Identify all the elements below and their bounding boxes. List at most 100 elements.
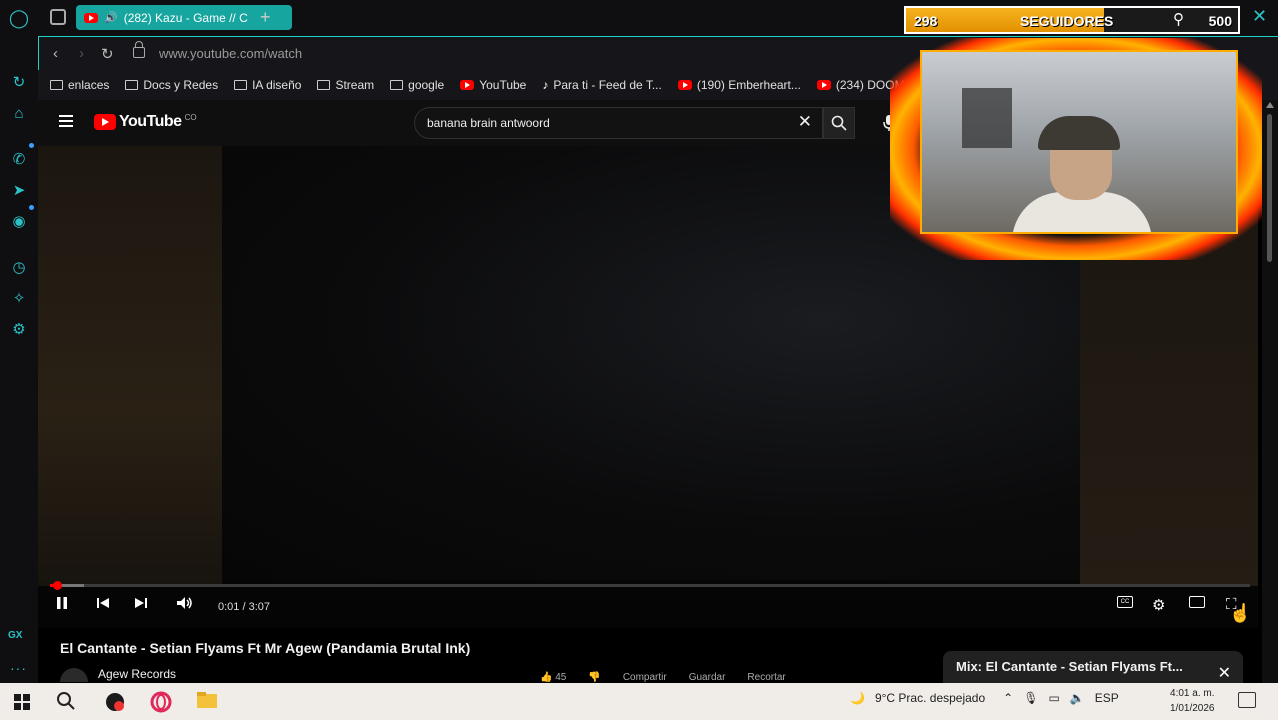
folder-icon xyxy=(317,80,331,90)
video-ambient-left xyxy=(38,146,222,586)
mouse-cursor-icon: ☝ xyxy=(1229,603,1252,623)
player-controls: 0:01 / 3:07 CC ⚙ ⛶ xyxy=(38,592,1258,622)
settings-icon[interactable]: ⚙ xyxy=(9,319,29,339)
opera-logo-icon[interactable]: ◯ xyxy=(9,8,29,28)
bookmark-label: Para ti - Feed de T... xyxy=(553,78,662,92)
more-icon[interactable]: ··· xyxy=(10,660,27,676)
folder-icon xyxy=(125,80,139,90)
gear-icon: ⚙ xyxy=(1152,597,1166,614)
previous-icon xyxy=(97,598,109,608)
time-display: 0:01 / 3:07 xyxy=(218,601,270,613)
scroll-thumb[interactable] xyxy=(1267,114,1272,262)
pause-button[interactable] xyxy=(56,596,68,610)
clock[interactable]: 4:01 a. m. 1/01/2026 xyxy=(1170,686,1215,716)
next-icon xyxy=(135,598,147,608)
bookmark-item[interactable]: Docs y Redes xyxy=(125,78,218,92)
share-button[interactable]: Compartir xyxy=(623,672,667,683)
youtube-icon xyxy=(94,114,116,130)
next-button[interactable] xyxy=(134,596,148,610)
opera-gx-icon[interactable] xyxy=(150,691,172,713)
folder-icon xyxy=(390,80,404,90)
search-input[interactable]: banana brain antwoord ✕ xyxy=(414,107,823,139)
search-icon[interactable] xyxy=(56,691,76,711)
whatsapp-icon[interactable]: ✆ xyxy=(9,149,29,169)
history-icon[interactable]: ◷ xyxy=(9,257,29,277)
clear-search-button[interactable]: ✕ xyxy=(798,112,812,132)
bookmark-item[interactable]: enlaces xyxy=(50,78,109,92)
file-explorer-icon[interactable] xyxy=(196,691,218,709)
volume-icon[interactable]: 🔈 xyxy=(1070,691,1085,705)
bookmark-label: YouTube xyxy=(479,78,527,92)
volume-button[interactable] xyxy=(176,596,194,610)
discord-icon[interactable]: ◉ xyxy=(9,211,29,231)
close-icon[interactable]: ✕ xyxy=(1218,663,1231,683)
settings-button[interactable]: ⚙ xyxy=(1152,596,1165,614)
folder-icon xyxy=(50,80,63,90)
search-icon: ⚲ xyxy=(1173,11,1184,28)
weather-icon[interactable]: 🌙 xyxy=(850,691,865,705)
volume-icon xyxy=(177,597,192,609)
dislike-button[interactable]: 👎 xyxy=(588,672,600,683)
app-icon[interactable] xyxy=(104,691,126,713)
bookmark-label: Docs y Redes xyxy=(143,78,219,92)
youtube-logo[interactable]: YouTube CO xyxy=(94,113,197,131)
bookmark-label: (190) Emberheart... xyxy=(696,78,801,92)
windows-taskbar: 🌙 9°C Prac. despejado ⌃ 🎙 ▭ 🔈 ESP 4:01 a… xyxy=(0,683,1278,720)
tab-islands-icon[interactable] xyxy=(50,9,66,25)
progress-bar[interactable] xyxy=(50,581,1250,590)
bookmark-item[interactable]: IA diseño xyxy=(234,78,301,92)
youtube-icon xyxy=(816,80,831,90)
clock-time: 4:01 a. m. xyxy=(1170,688,1215,699)
weather-text[interactable]: 9°C Prac. despejado xyxy=(875,691,985,705)
previous-button[interactable] xyxy=(96,596,110,610)
menu-icon[interactable] xyxy=(59,115,73,127)
page-scrollbar[interactable] xyxy=(1262,100,1278,683)
language-indicator[interactable]: ESP xyxy=(1095,691,1119,705)
like-count: 45 xyxy=(555,672,567,683)
speed-dial-icon[interactable]: ↻ xyxy=(9,72,29,92)
subtitles-button[interactable]: CC xyxy=(1117,596,1133,608)
reload-button[interactable]: ↻ xyxy=(101,45,114,63)
search-icon xyxy=(831,115,847,131)
save-button[interactable]: Guardar xyxy=(689,672,726,683)
channel-name[interactable]: Agew Records xyxy=(98,667,176,681)
room-poster xyxy=(962,88,1012,148)
forward-button[interactable]: › xyxy=(79,45,84,62)
notifications-icon[interactable] xyxy=(1238,692,1256,708)
windows-start-icon[interactable] xyxy=(14,694,30,710)
like-button[interactable]: 👍 45 xyxy=(540,672,566,683)
bookmark-item[interactable]: (190) Emberheart... xyxy=(677,78,801,92)
notification-dot xyxy=(29,205,34,210)
subtitles-icon: CC xyxy=(1117,596,1133,608)
chevron-up-icon[interactable]: ⌃ xyxy=(1003,691,1013,705)
close-window-button[interactable]: ✕ xyxy=(1252,6,1267,27)
bookmark-item[interactable]: google xyxy=(390,78,444,92)
extensions-icon[interactable]: ✧ xyxy=(9,288,29,308)
microphone-icon[interactable]: 🎙 xyxy=(1023,691,1038,705)
battery-icon[interactable]: ▭ xyxy=(1048,691,1059,705)
back-button[interactable]: ‹ xyxy=(53,45,58,62)
channel-avatar[interactable] xyxy=(60,668,88,682)
scroll-up-arrow[interactable] xyxy=(1266,102,1274,108)
followers-goal-bar: 298 SEGUIDORES ⚲ 500 xyxy=(904,6,1240,34)
speaker-icon[interactable]: 🔊 xyxy=(104,11,118,24)
search-button[interactable] xyxy=(823,107,855,139)
bookmark-item[interactable]: Stream xyxy=(317,78,374,92)
bookmark-item[interactable]: YouTube xyxy=(460,78,526,92)
bookmark-item[interactable]: ♪ Para ti - Feed de T... xyxy=(542,78,662,92)
mix-title[interactable]: Mix: El Cantante - Setian Flyams Ft... xyxy=(956,659,1183,674)
miniplayer-button[interactable] xyxy=(1189,596,1205,608)
scrubber-handle[interactable] xyxy=(53,581,63,590)
telegram-icon[interactable]: ➤ xyxy=(9,180,29,200)
bookmark-label: Stream xyxy=(335,78,375,92)
lock-icon[interactable] xyxy=(133,41,145,58)
gx-control-label[interactable]: GX xyxy=(8,630,22,641)
gx-corner-icon[interactable]: ⌂ xyxy=(9,103,29,123)
pause-icon xyxy=(57,597,67,609)
webcam-overlay xyxy=(890,38,1262,260)
new-tab-button[interactable]: + xyxy=(260,7,271,28)
opera-sidebar: ◯ ↻ ⌂ ✆ ➤ ◉ ◷ ✧ ⚙ GX ··· xyxy=(0,0,38,683)
url-field[interactable]: www.youtube.com/watch xyxy=(159,46,302,61)
clip-button[interactable]: Recortar xyxy=(747,672,785,683)
bookmark-label: google xyxy=(408,78,445,92)
